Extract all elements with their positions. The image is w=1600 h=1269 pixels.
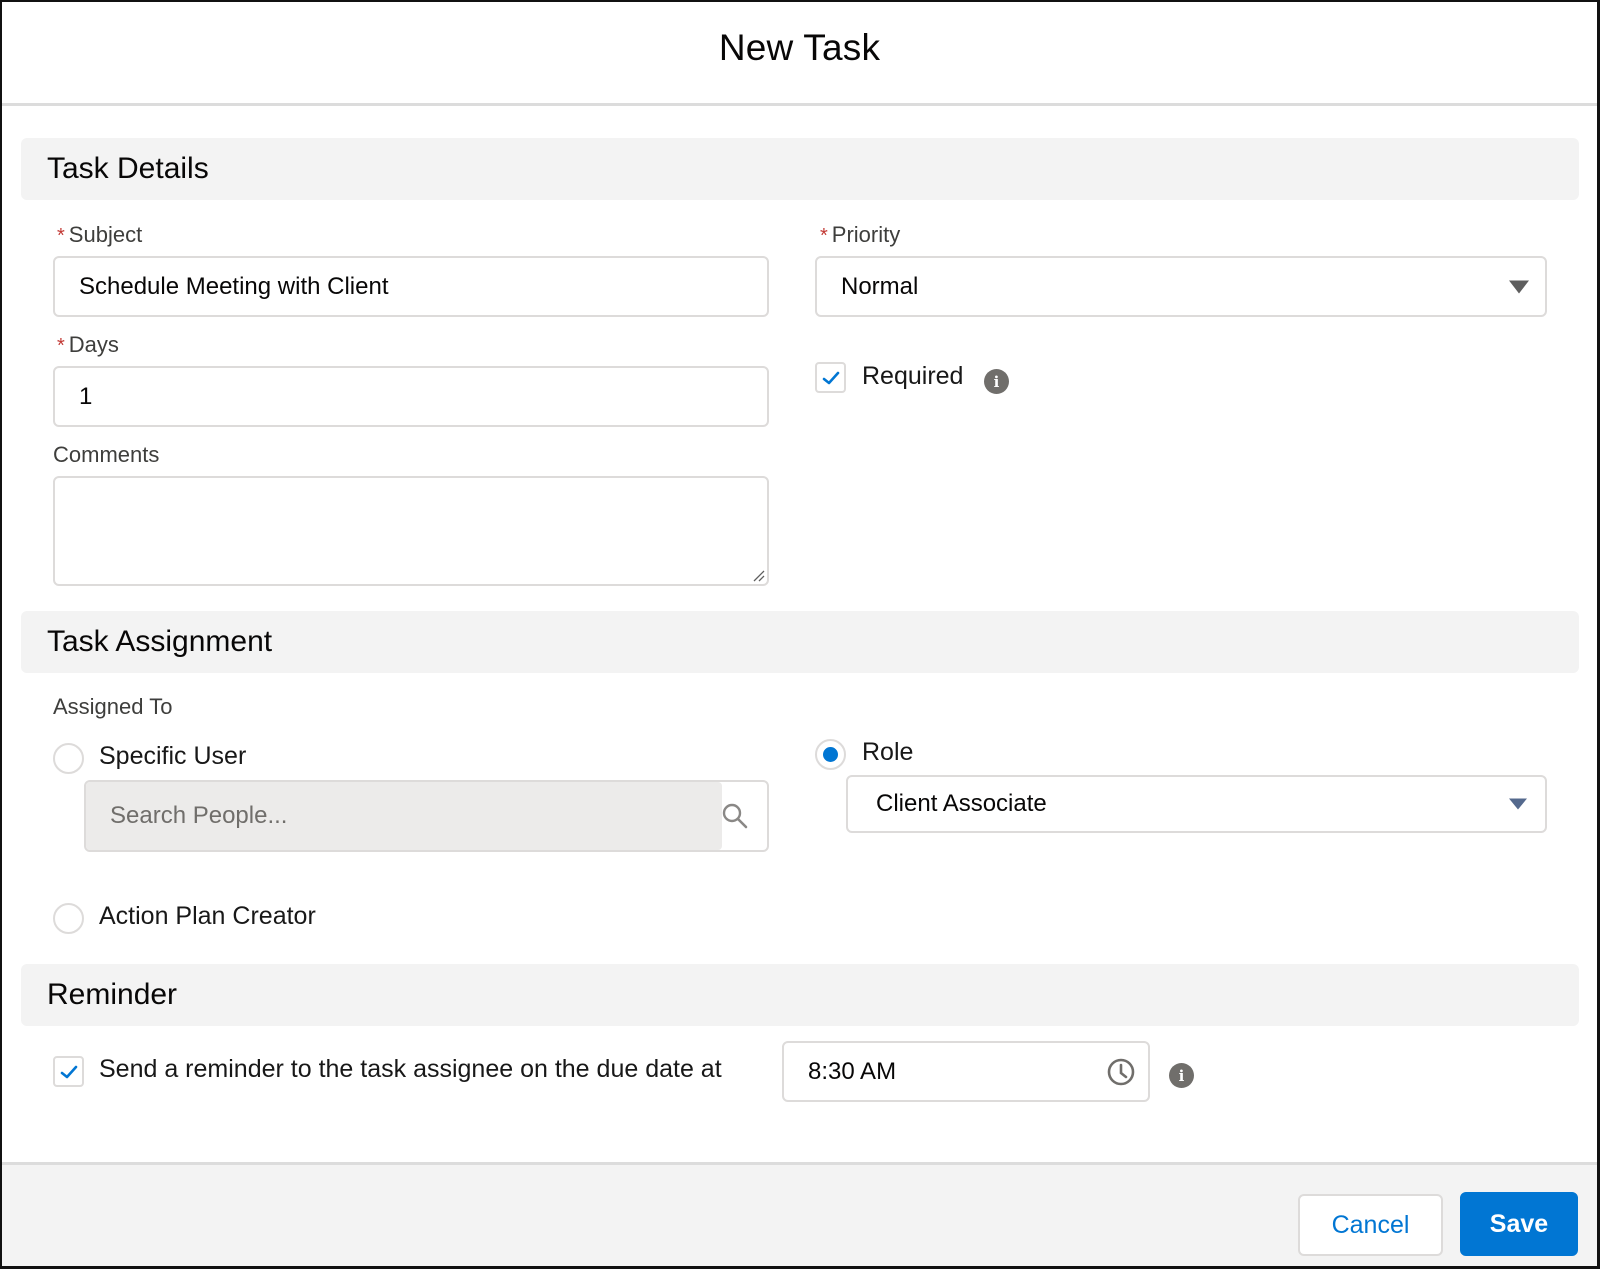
days-value: 1 [79, 382, 93, 410]
reminder-time-input[interactable]: 8:30 AM [782, 1041, 1150, 1102]
role-label: Role [862, 738, 914, 766]
checkmark-icon [60, 1065, 77, 1078]
priority-label: * Priority [820, 222, 901, 247]
modal-footer: Cancel Save [2, 1162, 1597, 1266]
subject-input[interactable]: Schedule Meeting with Client [53, 256, 769, 317]
required-indicator: * [57, 335, 65, 357]
radio-action-plan-creator[interactable] [53, 903, 84, 934]
role-value: Client Associate [876, 790, 1047, 817]
chevron-down-icon [1509, 280, 1529, 293]
info-icon[interactable]: i [984, 369, 1009, 394]
required-indicator: * [57, 225, 65, 247]
priority-value: Normal [841, 272, 919, 300]
days-input[interactable]: 1 [53, 366, 769, 427]
chevron-down-icon [1509, 798, 1527, 810]
comments-textarea[interactable] [53, 476, 769, 586]
checkmark-icon [822, 371, 839, 384]
subject-label: * Subject [57, 222, 143, 247]
specific-user-label: Specific User [99, 742, 247, 770]
info-icon[interactable]: i [1169, 1063, 1194, 1088]
section-task-assignment: Task Assignment [21, 611, 1579, 673]
modal-header: New Task [2, 2, 1597, 106]
search-icon[interactable] [721, 802, 749, 830]
section-task-details: Task Details [21, 138, 1579, 200]
action-plan-creator-label: Action Plan Creator [99, 902, 316, 930]
days-label: * Days [57, 332, 119, 357]
new-task-modal: New Task Task Details * Subject Schedule … [0, 0, 1600, 1269]
radio-specific-user[interactable] [53, 743, 84, 774]
required-indicator: * [820, 225, 828, 247]
section-title: Task Assignment [47, 625, 273, 658]
reminder-checkbox[interactable] [53, 1056, 84, 1087]
comments-label: Comments [53, 442, 160, 467]
priority-select[interactable]: Normal [815, 256, 1547, 317]
search-placeholder: Search People... [110, 802, 288, 829]
clock-icon[interactable] [1106, 1057, 1136, 1087]
radio-role[interactable] [815, 739, 846, 770]
reminder-time-value: 8:30 AM [808, 1057, 897, 1085]
cancel-button[interactable]: Cancel [1298, 1194, 1443, 1256]
role-select[interactable]: Client Associate [846, 775, 1547, 833]
section-title: Task Details [47, 152, 209, 185]
modal-title: New Task [718, 26, 881, 68]
resize-handle-icon[interactable] [751, 568, 765, 582]
search-people-input[interactable]: Search People... [86, 782, 722, 850]
section-title: Reminder [47, 978, 178, 1011]
search-people-combobox[interactable]: Search People... [84, 780, 769, 852]
reminder-label: Send a reminder to the task assignee on … [99, 1055, 722, 1083]
subject-value: Schedule Meeting with Client [79, 272, 389, 300]
assigned-to-label: Assigned To [53, 694, 173, 719]
required-checkbox[interactable] [815, 362, 846, 393]
required-label: Required [862, 362, 964, 390]
save-button[interactable]: Save [1460, 1192, 1578, 1256]
section-reminder: Reminder [21, 964, 1579, 1026]
